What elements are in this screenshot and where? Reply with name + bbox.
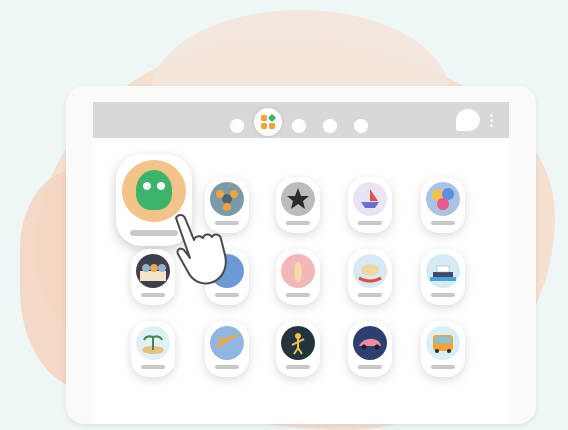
chat-bubble-icon[interactable] [456,109,480,131]
balloons-icon [426,182,460,216]
nav-dot-label [229,138,245,141]
nav-dot-icon[interactable] [230,119,244,133]
app-tile-label [215,293,239,297]
apps-grid-icon [261,114,276,129]
app-tile-label [358,365,382,369]
ship-icon [426,254,460,288]
app-tile-label [358,293,382,297]
app-tile[interactable] [276,321,320,377]
app-tile[interactable] [131,321,175,377]
pink-car-icon [353,326,387,360]
app-tile[interactable] [421,249,465,305]
app-tile[interactable] [348,249,392,305]
app-tile-label [141,365,165,369]
app-tile[interactable] [348,177,392,233]
nav-apps-grid-button[interactable] [252,106,284,138]
nav-dot-icon[interactable] [292,119,306,133]
app-tile-label [286,293,310,297]
app-tile[interactable] [205,321,249,377]
nav-dot-label [291,138,307,141]
palm-island-icon [136,326,170,360]
app-tile-label [286,221,310,225]
rocking-horse-icon [353,254,387,288]
nav-dot-label [322,138,338,141]
app-tile-label [286,365,310,369]
bus-icon [426,326,460,360]
more-vertical-icon[interactable] [490,113,493,127]
app-tile-label [431,293,455,297]
stick-figure-icon [281,326,315,360]
app-tile-label [431,365,455,369]
tap-hand-icon [175,214,227,285]
app-tile[interactable] [276,249,320,305]
app-tile-label [431,221,455,225]
app-tile[interactable] [421,321,465,377]
nav-dot-label [353,138,369,141]
airplane-icon [210,326,244,360]
app-tile[interactable] [348,321,392,377]
app-tile[interactable] [131,249,175,305]
app-tile-label [215,365,239,369]
app-tile[interactable] [421,177,465,233]
nav-dot-icon[interactable] [323,119,337,133]
abc-letters-icon [136,254,170,288]
app-tile[interactable] [276,177,320,233]
app-tile-label [358,221,382,225]
pink-figure-icon [281,254,315,288]
app-tile-label [141,293,165,297]
nav-dot-icon[interactable] [354,119,368,133]
sailboat-icon [353,182,387,216]
black-star-icon [281,182,315,216]
